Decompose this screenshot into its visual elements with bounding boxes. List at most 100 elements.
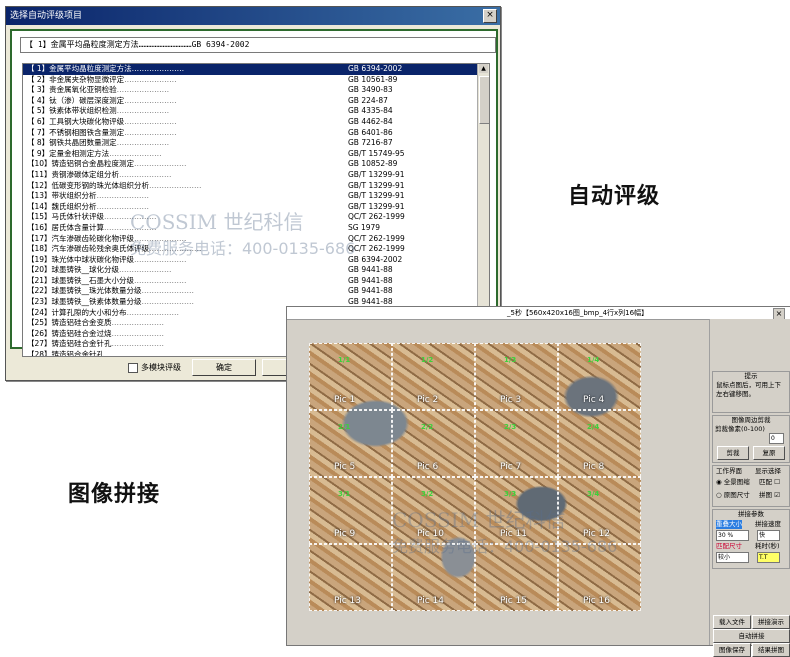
mosaic-tile[interactable]: 2/2 Pic 6 <box>392 410 475 477</box>
restore-button[interactable]: 复原 <box>753 446 785 460</box>
mosaic-tile[interactable]: 3/4 Pic 12 <box>558 477 641 544</box>
stitch-window: _5秒【560x420x16图_bmp_4行x列16幅】 × 1/1 Pic 11… <box>286 306 790 657</box>
mosaic-tile[interactable]: 3/3 Pic 11 <box>475 477 558 544</box>
stitch-label: 拼图 <box>759 491 772 499</box>
mosaic-tile[interactable]: 2/4 Pic 8 <box>558 410 641 477</box>
list-item[interactable]: 【 2】非金属夹杂物显微评定………………… GB 10561-89 <box>23 75 489 86</box>
item-number: 【26】 <box>27 328 52 338</box>
hint-title: 提示 <box>744 372 758 380</box>
auto-stitch-button[interactable]: 自动拼接 <box>713 629 790 643</box>
item-number: 【 7】 <box>27 127 50 137</box>
speed-label: 拼接速度 <box>755 520 781 528</box>
item-standard: GB 6401-86 <box>348 127 393 137</box>
list-item[interactable]: 【 8】钢铁共晶团数量测定………………… GB 7216-87 <box>23 138 489 149</box>
item-name: 定量金相测定方法 <box>49 148 110 158</box>
list-item[interactable]: 【11】贵钢渗碳体定组分析………………… GB/T 13299-91 <box>23 170 489 181</box>
item-number: 【15】 <box>27 212 52 222</box>
load-file-button[interactable]: 载入文件 <box>713 615 751 629</box>
close-icon[interactable]: × <box>483 9 497 23</box>
overlap-select[interactable]: 30 % <box>716 530 749 541</box>
mosaic-tile[interactable]: 2/1 Pic 5 <box>309 410 392 477</box>
list-item[interactable]: 【10】铸造铝铜合金晶粒度测定………………… GB 10852-89 <box>23 159 489 170</box>
list-item[interactable]: 【19】珠光体中球状碳化物评级………………… GB 6394-2002 <box>23 255 489 266</box>
stitch-caption: 图像拼接 <box>68 482 161 507</box>
list-item[interactable]: 【 5】铁素体带状组织检测………………… GB 4335-84 <box>23 106 489 117</box>
mosaic-tile[interactable]: 1/4 Pic 4 <box>558 343 641 410</box>
mosaic-tile[interactable]: 3/1 Pic 9 <box>309 477 392 544</box>
crop-input[interactable]: 0 <box>769 433 784 444</box>
item-name: 金属平均晶粒度测定方法 <box>49 64 132 73</box>
list-item[interactable]: 【13】带状组织分析………………… GB/T 13299-91 <box>23 191 489 202</box>
mosaic-tile[interactable]: 1/3 Pic 3 <box>475 343 558 410</box>
item-leader: ………………… <box>111 328 165 338</box>
ok-button[interactable]: 确定 <box>192 359 256 376</box>
item-standard: GB 3490-83 <box>348 85 393 95</box>
crop-button[interactable]: 剪裁 <box>717 446 749 460</box>
tile-caption: Pic 9 <box>334 529 356 539</box>
mosaic-tile[interactable]: Pic 15 <box>475 544 558 611</box>
item-number: 【12】 <box>27 180 52 190</box>
list-item[interactable]: 【 3】贵金属氧化亚铜检验………………… GB 3490-83 <box>23 85 489 96</box>
list-item[interactable]: 【 4】钛（渗）碳层深度测定………………… GB 224-87 <box>23 96 489 107</box>
item-number: 【24】 <box>27 307 52 317</box>
item-name: 球墨铸铁__球化分级 <box>51 265 120 275</box>
item-leader: ………………… <box>141 297 195 307</box>
item-number: 【28】 <box>27 350 52 357</box>
match-size-select[interactable]: 较小 <box>716 552 749 563</box>
mosaic-tile[interactable]: 3/2 Pic 10 <box>392 477 475 544</box>
item-number: 【 4】 <box>27 95 50 105</box>
item-name: 贵钢渗碳体定组分析 <box>51 169 120 179</box>
list-item[interactable]: 【 9】定量金相测定方法………………… GB/T 15749-95 <box>23 149 489 160</box>
list-item[interactable]: 【12】低碳变形钢的珠光体组织分析………………… GB/T 13299-91 <box>23 181 489 192</box>
tile-caption: Pic 5 <box>334 462 356 472</box>
item-name: 铸造铝硅合金变质 <box>51 318 112 328</box>
item-name: 球墨铸铁__铁素体数量分级 <box>51 297 142 307</box>
item-number: 【17】 <box>27 233 52 243</box>
stitch-preview-button[interactable]: 拼接演示 <box>752 615 790 629</box>
multi-module-checkbox[interactable]: 多模块评级 <box>128 362 181 373</box>
scroll-up-icon[interactable]: ▲ <box>479 64 488 73</box>
selected-item-field[interactable]: 【 1】金属平均晶粒度测定方法……………………………GB 6394-2002 <box>20 37 496 53</box>
item-number: 【20】 <box>27 265 52 275</box>
mosaic-tile[interactable]: Pic 16 <box>558 544 641 611</box>
orig-size-radio[interactable]: ○ 原图尺寸 <box>716 491 750 500</box>
list-item[interactable]: 【18】汽车渗碳齿轮残余奥氏体评级………………… QC/T 262-1999 <box>23 244 489 255</box>
item-standard: GB 7216-87 <box>348 138 393 148</box>
list-item[interactable]: 【20】球墨铸铁__球化分级………………… GB 9441-88 <box>23 265 489 276</box>
save-image-button[interactable]: 图像保存 <box>713 643 751 657</box>
stitch-checkbox[interactable]: 拼图 ☑ <box>759 491 780 500</box>
tile-caption: Pic 15 <box>500 596 527 606</box>
scroll-thumb[interactable] <box>479 76 489 124</box>
stitched-mosaic[interactable]: 1/1 Pic 1 1/2 Pic 2 1/3 Pic 3 1/4 Pic 4 2/1 Pic 5… <box>309 343 641 611</box>
checkbox-box[interactable] <box>128 362 138 373</box>
mosaic-tile[interactable]: 1/2 Pic 2 <box>392 343 475 410</box>
mosaic-tile[interactable]: 1/1 Pic 1 <box>309 343 392 410</box>
tile-match-mark: 2/3 <box>504 423 517 431</box>
item-leader: ………………… <box>111 318 165 328</box>
speed-select[interactable]: 快 <box>757 530 780 541</box>
list-item[interactable]: 【22】球墨铸铁__珠光体数量分级………………… GB 9441-88 <box>23 286 489 297</box>
item-name: 带状组织分析 <box>51 191 97 201</box>
list-item[interactable]: 【14】魏氏组织分析………………… GB/T 13299-91 <box>23 202 489 213</box>
mosaic-tile[interactable]: Pic 13 <box>309 544 392 611</box>
mosaic-tile[interactable]: 2/3 Pic 7 <box>475 410 558 477</box>
crop-box: 图像周边剪裁 剪裁像素(0-100) 0 剪裁 复原 <box>712 415 790 463</box>
item-standard: GB 9441-88 <box>348 286 393 296</box>
item-leader: ………………… <box>131 64 185 73</box>
list-item[interactable]: 【 1】金属平均晶粒度测定方法………………… GB 6394-2002 <box>23 64 489 75</box>
list-item[interactable]: 【21】球墨铸铁__石墨大小分级………………… GB 9441-88 <box>23 276 489 287</box>
list-item[interactable]: 【15】马氏体针状评级………………… QC/T 262-1999 <box>23 212 489 223</box>
full-view-radio[interactable]: ◉ 全景图缩 <box>716 478 750 487</box>
item-name: 居氏体含量计算 <box>51 222 105 232</box>
list-item[interactable]: 【16】居氏体含量计算………………… SG 1979 <box>23 223 489 234</box>
mosaic-tile[interactable]: Pic 14 <box>392 544 475 611</box>
match-checkbox[interactable]: 匹配 ☐ <box>759 478 780 487</box>
list-item[interactable]: 【17】汽车渗碳齿轮碳化物评级………………… QC/T 262-1999 <box>23 234 489 245</box>
list-item[interactable]: 【 7】不锈钢相图铁含量测定………………… GB 6401-86 <box>23 128 489 139</box>
list-item[interactable]: 【 6】工具钢大块碳化物评级………………… GB 4462-84 <box>23 117 489 128</box>
item-number: 【 6】 <box>27 116 50 126</box>
item-leader: ………………… <box>96 191 150 201</box>
tile-caption: Pic 10 <box>417 529 444 539</box>
result-stitch-button[interactable]: 结果拼图 <box>752 643 790 657</box>
tile-caption: Pic 7 <box>500 462 522 472</box>
